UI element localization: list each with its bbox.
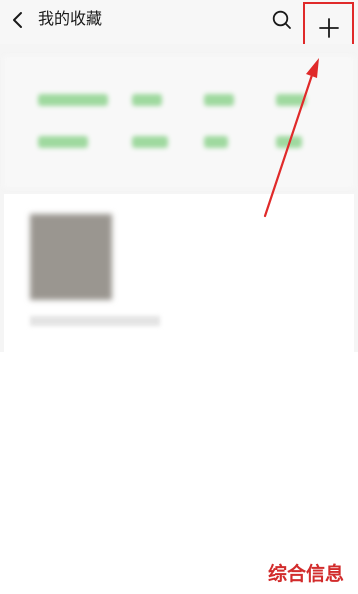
tag-chip[interactable] [132, 136, 168, 148]
page-title: 我的收藏 [38, 9, 103, 28]
tag-chip[interactable] [38, 94, 108, 106]
tag-chip[interactable] [132, 94, 162, 106]
empty-area [0, 352, 358, 594]
watermark-text: 综合信息 [268, 563, 345, 585]
favorite-item-thumbnail [30, 214, 112, 300]
search-button[interactable] [268, 6, 296, 34]
back-button[interactable] [4, 6, 32, 34]
tag-chip[interactable] [204, 136, 228, 148]
chevron-left-icon [13, 12, 22, 28]
tag-chip[interactable] [276, 94, 306, 106]
tag-chip[interactable] [276, 136, 302, 148]
top-bar: 我的收藏 [0, 0, 358, 54]
tag-chip[interactable] [204, 94, 234, 106]
favorite-item-meta [30, 316, 160, 326]
tags-panel [4, 56, 354, 188]
search-icon [272, 10, 291, 29]
tag-chip[interactable] [38, 136, 88, 148]
plus-icon [318, 18, 339, 38]
